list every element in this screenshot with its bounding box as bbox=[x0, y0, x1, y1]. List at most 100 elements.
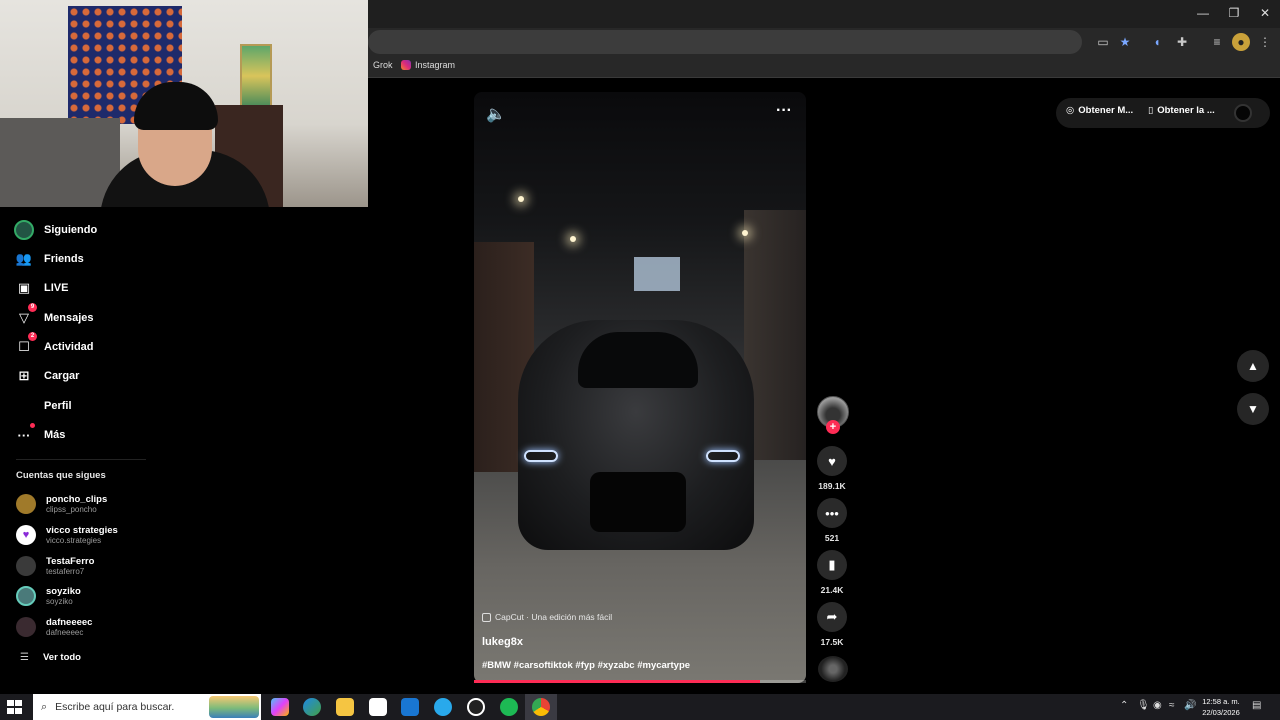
avatar bbox=[16, 586, 36, 606]
nav-friends[interactable]: 👥 Friends bbox=[14, 249, 84, 269]
audio-icon[interactable]: ◖ bbox=[1148, 33, 1166, 51]
video-player[interactable]: 🔈 ··· bbox=[474, 92, 806, 683]
more-icon: ··· bbox=[14, 423, 35, 445]
nav-label: Mensajes bbox=[44, 312, 94, 324]
bookmark-label: Instagram bbox=[415, 60, 456, 70]
nav-live[interactable]: ▣ LIVE bbox=[14, 278, 69, 298]
chrome-icon[interactable] bbox=[532, 698, 550, 716]
nav-siguiendo[interactable]: Siguiendo bbox=[14, 220, 97, 240]
video-scene-lamp bbox=[518, 196, 524, 202]
nav-perfil[interactable]: Perfil bbox=[14, 396, 72, 416]
tray-chevron-icon[interactable]: ⌃ bbox=[1120, 700, 1128, 711]
bookmark-grok[interactable]: Grok bbox=[373, 60, 393, 70]
video-scene-headlight bbox=[706, 450, 740, 462]
windows-logo-icon bbox=[7, 707, 14, 714]
next-video-button[interactable]: ▼ bbox=[1237, 393, 1269, 425]
nav-label: LIVE bbox=[44, 282, 69, 294]
edge-icon[interactable] bbox=[303, 698, 321, 716]
capcut-icon bbox=[482, 612, 491, 622]
music-disc-icon[interactable] bbox=[818, 656, 848, 682]
telegram-icon[interactable] bbox=[434, 698, 452, 716]
following-section-title: Cuentas que sigues bbox=[16, 470, 106, 481]
get-app-label-1: Obtener M... bbox=[1078, 105, 1134, 116]
restore-button[interactable]: ❐ bbox=[1217, 6, 1251, 20]
microphone-icon[interactable]: 🎙 bbox=[1137, 700, 1150, 711]
account-name: dafneeeec bbox=[46, 617, 93, 628]
media-queue-icon[interactable]: ≡ bbox=[1208, 33, 1226, 51]
nav-mas[interactable]: ··· Más bbox=[14, 423, 65, 445]
account-handle: clipss_poncho bbox=[46, 505, 97, 514]
avatar bbox=[16, 556, 36, 576]
clock-time: 12:58 a. m. bbox=[1202, 697, 1240, 706]
see-all-link[interactable]: ☰ Ver todo bbox=[20, 652, 81, 663]
capcut-tag[interactable]: CapCut · Una edición más fácil bbox=[482, 612, 612, 622]
account-item[interactable]: ♥ vicco strategies vicco.strategies bbox=[16, 525, 118, 545]
account-name: TestaFerro bbox=[46, 556, 95, 567]
nav-mensajes[interactable]: ▽ 9 Mensajes bbox=[14, 303, 94, 328]
get-app-label-2: Obtener la ... bbox=[1157, 105, 1215, 116]
profile-icon bbox=[14, 396, 34, 416]
start-button[interactable] bbox=[4, 698, 26, 716]
store-icon[interactable] bbox=[369, 698, 387, 716]
taskbar-search[interactable]: ⌕ Escribe aquí para buscar. bbox=[33, 694, 261, 720]
copilot-icon[interactable] bbox=[271, 698, 289, 716]
video-author[interactable]: lukeg8x bbox=[482, 636, 523, 648]
spotify-icon[interactable] bbox=[500, 698, 518, 716]
bookmark-instagram[interactable]: Instagram bbox=[401, 60, 455, 70]
address-bar[interactable] bbox=[368, 30, 1082, 54]
cast-icon[interactable]: ▭ bbox=[1094, 33, 1112, 51]
webcam-overlay bbox=[0, 0, 368, 207]
like-button[interactable]: ♥ bbox=[817, 446, 847, 476]
windows-logo-icon bbox=[15, 707, 22, 714]
windows-logo-icon bbox=[15, 700, 22, 706]
messages-badge: 9 bbox=[28, 303, 37, 312]
video-progress-bar[interactable] bbox=[474, 680, 806, 683]
volume-tray-icon[interactable]: 🔊 bbox=[1184, 700, 1196, 711]
get-app-button-1[interactable]: ◎ Obtener M... bbox=[1066, 105, 1133, 116]
notifications-icon[interactable]: ▤ bbox=[1252, 700, 1261, 711]
nav-cargar[interactable]: ⊞ Cargar bbox=[14, 366, 80, 386]
network-icon[interactable]: ≈ bbox=[1169, 700, 1175, 711]
profile-circle[interactable] bbox=[1234, 104, 1252, 122]
capcut-app-icon[interactable] bbox=[467, 698, 485, 716]
wall-painting bbox=[240, 44, 272, 108]
account-name: soyziko bbox=[46, 586, 81, 597]
video-scene-lamp bbox=[570, 236, 576, 242]
video-hashtags[interactable]: #BMW #carsoftiktok #fyp #xyzabc #mycarty… bbox=[482, 660, 690, 671]
tray-app-icon[interactable]: ◉ bbox=[1153, 700, 1162, 711]
messages-icon: ▽ 9 bbox=[14, 303, 37, 328]
following-avatar-icon bbox=[14, 220, 34, 240]
account-item[interactable]: TestaFerro testaferro7 bbox=[16, 556, 94, 576]
account-handle: dafneeeec bbox=[46, 628, 84, 637]
save-count: 21.4K bbox=[820, 585, 844, 595]
video-scene-lamp bbox=[742, 230, 748, 236]
file-explorer-icon[interactable] bbox=[336, 698, 354, 716]
follow-plus-icon[interactable]: + bbox=[826, 420, 840, 434]
close-button[interactable]: ✕ bbox=[1248, 6, 1280, 20]
extensions-icon[interactable]: ✚ bbox=[1173, 33, 1191, 51]
bed bbox=[0, 118, 120, 207]
video-progress-fill bbox=[474, 680, 760, 683]
more-dot bbox=[30, 423, 35, 428]
previous-video-button[interactable]: ▲ bbox=[1237, 350, 1269, 382]
save-button[interactable]: ▮ bbox=[817, 550, 847, 580]
comment-button[interactable]: ••• bbox=[817, 498, 847, 528]
nav-actividad[interactable]: ☐ 2 Actividad bbox=[14, 332, 94, 357]
search-placeholder: Escribe aquí para buscar. bbox=[55, 701, 175, 713]
get-app-button-2[interactable]: ▯ Obtener la ... bbox=[1148, 105, 1215, 116]
volume-icon[interactable]: 🔈 bbox=[486, 104, 506, 124]
profile-avatar-icon[interactable]: ● bbox=[1232, 33, 1250, 51]
account-item[interactable]: dafneeeec dafneeeec bbox=[16, 617, 92, 637]
bookmark-icon: ▮ bbox=[828, 557, 836, 572]
account-item[interactable]: poncho_clips clipss_poncho bbox=[16, 494, 107, 514]
share-button[interactable]: ➦ bbox=[817, 602, 847, 632]
video-menu-icon[interactable]: ··· bbox=[776, 102, 792, 120]
mail-icon[interactable] bbox=[401, 698, 419, 716]
bookmark-star-icon[interactable]: ★ bbox=[1116, 33, 1134, 51]
activity-icon: ☐ 2 bbox=[14, 332, 37, 357]
account-item[interactable]: soyziko soyziko bbox=[16, 586, 81, 606]
minimize-button[interactable]: — bbox=[1186, 6, 1220, 20]
clock[interactable]: 12:58 a. m. 22/03/2026 bbox=[1198, 696, 1244, 718]
browser-menu-icon[interactable]: ⋮ bbox=[1256, 33, 1274, 51]
comment-count: 521 bbox=[824, 533, 840, 543]
